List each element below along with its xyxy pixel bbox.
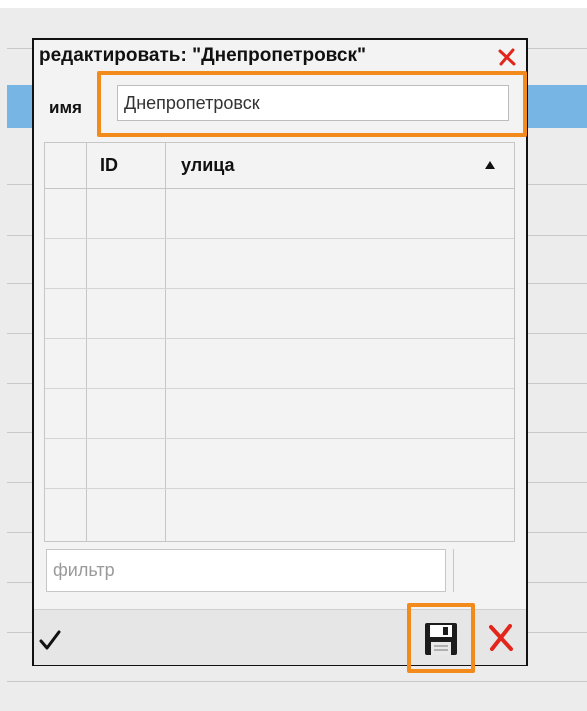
table-row[interactable] bbox=[45, 339, 514, 389]
table-row[interactable] bbox=[45, 439, 514, 489]
save-button-focus-highlight bbox=[407, 603, 475, 673]
floppy-disk-icon[interactable] bbox=[423, 621, 459, 657]
table-header: ID улица bbox=[45, 143, 514, 189]
table-row[interactable] bbox=[45, 489, 514, 539]
table-row[interactable] bbox=[45, 239, 514, 289]
name-input[interactable] bbox=[117, 85, 509, 121]
column-header-id[interactable]: ID bbox=[100, 155, 118, 176]
table-row[interactable] bbox=[45, 289, 514, 339]
column-header-street[interactable]: улица bbox=[181, 155, 235, 176]
filter-divider bbox=[453, 549, 454, 592]
filter-input[interactable] bbox=[46, 549, 446, 592]
background-row-divider bbox=[7, 681, 587, 682]
sort-ascending-icon[interactable] bbox=[485, 161, 495, 169]
checkmark-icon[interactable] bbox=[38, 628, 62, 652]
table-row[interactable] bbox=[45, 189, 514, 239]
edit-dialog: редактировать: "Днепропетровск" имя ID у… bbox=[32, 38, 528, 673]
name-label: имя bbox=[49, 98, 82, 117]
dialog-title: редактировать: "Днепропетровск" bbox=[39, 45, 366, 66]
table-row[interactable] bbox=[45, 389, 514, 439]
streets-table: ID улица bbox=[44, 142, 515, 542]
page-top-strip bbox=[0, 0, 587, 8]
name-field-focus-highlight bbox=[97, 71, 527, 137]
close-icon[interactable] bbox=[496, 46, 518, 68]
delete-icon[interactable] bbox=[486, 622, 516, 654]
